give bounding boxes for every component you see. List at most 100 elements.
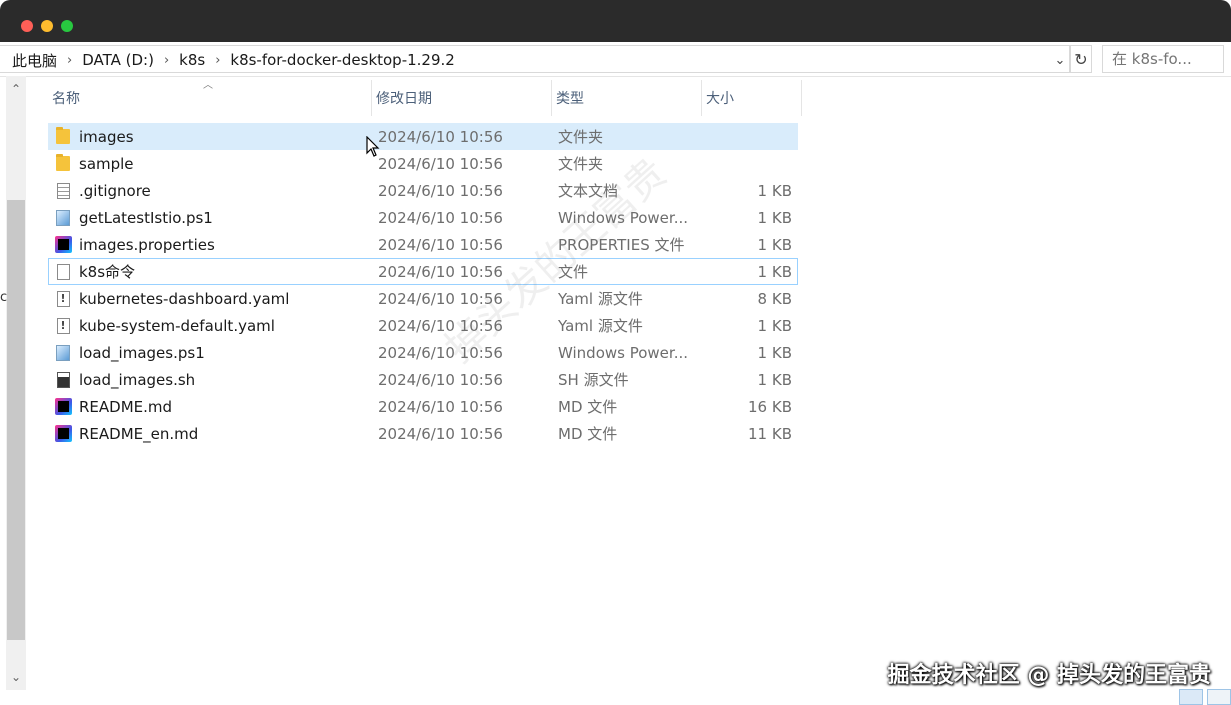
text-file-icon: [54, 177, 72, 204]
file-row[interactable]: load_images.sh 2024/6/10 10:56 SH 源文件 1 KB: [48, 366, 798, 393]
file-row[interactable]: sample 2024/6/10 10:56 文件夹: [48, 150, 798, 177]
file-size: 8 KB: [757, 289, 792, 308]
file-date: 2024/6/10 10:56: [378, 424, 503, 443]
close-window-button[interactable]: [21, 20, 33, 32]
breadcrumb-current-folder[interactable]: k8s-for-docker-desktop-1.29.2: [230, 51, 454, 69]
file-name: README.md: [79, 397, 173, 416]
credit-overlay: 掘金技术社区 @ 掉头发的王富贵: [887, 663, 1211, 688]
file-row[interactable]: ! kubernetes-dashboard.yaml 2024/6/10 10:5…: [48, 285, 798, 312]
file-name: getLatestIstio.ps1: [79, 208, 213, 227]
intellij-file-icon: [54, 398, 72, 415]
file-date: 2024/6/10 10:56: [378, 235, 503, 254]
folder-icon: [56, 154, 70, 171]
shell-file-icon: [56, 371, 70, 388]
file-row[interactable]: .gitignore 2024/6/10 10:56 文本文档 1 KB: [48, 177, 798, 204]
file-size: [700, 123, 792, 150]
intellij-file-icon: [54, 236, 72, 253]
file-row[interactable]: ! kube-system-default.yaml 2024/6/10 10:56…: [48, 312, 798, 339]
file-name: images: [79, 127, 134, 146]
file-type: SH 源文件: [558, 371, 629, 389]
file-type: Windows Power...: [558, 343, 689, 362]
file-date: 2024/6/10 10:56: [378, 370, 503, 389]
file-type: Yaml 源文件: [558, 317, 643, 335]
file-type: MD 文件: [558, 398, 618, 416]
yaml-file-icon: !: [56, 290, 70, 307]
yaml-file-icon: !: [54, 312, 72, 339]
breadcrumb-data-drive[interactable]: DATA (D:): [82, 51, 154, 69]
file-row[interactable]: k8s命令 2024/6/10 10:56 文件 1 KB: [48, 258, 798, 285]
file-date: 2024/6/10 10:56: [378, 397, 503, 416]
powershell-file-icon: [56, 344, 70, 361]
file-size: 16 KB: [748, 397, 792, 416]
window-titlebar: [0, 0, 1231, 42]
file-name: kube-system-default.yaml: [79, 316, 275, 335]
chevron-down-icon[interactable]: ⌄: [1052, 50, 1068, 70]
file-type: Yaml 源文件: [558, 290, 643, 308]
folder-icon: [54, 123, 72, 150]
file-row[interactable]: load_images.ps1 2024/6/10 10:56 Windows Po…: [48, 339, 798, 366]
navigation-pane-cut-text: c: [0, 290, 8, 305]
address-bar[interactable]: 此电脑 › DATA (D:) › k8s › k8s-for-docker-d…: [0, 45, 1070, 73]
file-row[interactable]: README_en.md 2024/6/10 10:56 MD 文件 11 KB: [48, 420, 798, 447]
file-size: 1 KB: [757, 343, 792, 362]
powershell-file-icon: [56, 209, 70, 226]
intellij-file-icon: [54, 231, 72, 258]
file-size: [700, 150, 792, 177]
file-type: 文件夹: [558, 128, 604, 146]
details-view-icon[interactable]: [1179, 689, 1203, 705]
chevron-right-icon[interactable]: ›: [215, 53, 220, 68]
address-bar-row: 此电脑 › DATA (D:) › k8s › k8s-for-docker-d…: [0, 42, 1231, 77]
intellij-file-icon: [54, 393, 72, 420]
file-date: 2024/6/10 10:56: [378, 181, 503, 200]
view-toggle: [1175, 687, 1231, 705]
column-header-name[interactable]: 名称: [50, 80, 372, 116]
intellij-file-icon: [54, 420, 72, 447]
shell-file-icon: [54, 366, 72, 393]
file-row[interactable]: getLatestIstio.ps1 2024/6/10 10:56 Windows…: [48, 204, 798, 231]
file-name: k8s命令: [79, 263, 136, 281]
file-size: 1 KB: [757, 316, 792, 335]
powershell-file-icon: [54, 204, 72, 231]
mouse-cursor-icon: [366, 136, 380, 157]
chevron-right-icon[interactable]: ›: [164, 53, 169, 68]
column-header-type[interactable]: 类型: [554, 80, 702, 116]
column-header-date[interactable]: 修改日期: [374, 80, 552, 116]
maximize-window-button[interactable]: [61, 20, 73, 32]
powershell-file-icon: [54, 339, 72, 366]
yaml-file-icon: !: [56, 317, 70, 334]
file-row[interactable]: images.properties 2024/6/10 10:56 PROPERTI…: [48, 231, 798, 258]
breadcrumb-k8s[interactable]: k8s: [179, 51, 205, 69]
large-icons-view-icon[interactable]: [1207, 689, 1231, 705]
blank-file-icon: [56, 263, 70, 280]
file-date: 2024/6/10 10:56: [378, 127, 503, 146]
minimize-window-button[interactable]: [41, 20, 53, 32]
scrollbar-thumb[interactable]: [7, 200, 25, 640]
file-name: .gitignore: [79, 181, 151, 200]
file-row[interactable]: images 2024/6/10 10:56 文件夹: [48, 123, 798, 150]
refresh-icon[interactable]: ↻: [1070, 45, 1092, 73]
column-header-size[interactable]: 大小: [704, 80, 802, 116]
file-size: 1 KB: [757, 208, 792, 227]
file-size: 1 KB: [757, 262, 792, 281]
yaml-file-icon: !: [54, 285, 72, 312]
breadcrumb-this-pc[interactable]: 此电脑: [12, 50, 57, 71]
file-size: 1 KB: [757, 235, 792, 254]
scroll-down-icon[interactable]: ⌄: [6, 670, 26, 684]
file-name: kubernetes-dashboard.yaml: [79, 289, 290, 308]
navigation-pane-scrollbar[interactable]: ⌃ ⌄: [6, 76, 26, 690]
intellij-file-icon: [54, 425, 72, 442]
file-size: 1 KB: [757, 370, 792, 389]
file-row[interactable]: README.md 2024/6/10 10:56 MD 文件 16 KB: [48, 393, 798, 420]
search-input[interactable]: [1102, 45, 1224, 73]
folder-icon: [54, 150, 72, 177]
file-name: sample: [79, 154, 134, 173]
file-name: load_images.sh: [79, 370, 196, 389]
file-name: images.properties: [79, 235, 215, 254]
file-size: 11 KB: [748, 424, 792, 443]
file-type: MD 文件: [558, 425, 618, 443]
chevron-right-icon[interactable]: ›: [67, 53, 72, 68]
file-date: 2024/6/10 10:56: [378, 208, 503, 227]
file-date: 2024/6/10 10:56: [378, 154, 503, 173]
scroll-up-icon[interactable]: ⌃: [6, 82, 26, 96]
file-type: 文件夹: [558, 155, 604, 173]
